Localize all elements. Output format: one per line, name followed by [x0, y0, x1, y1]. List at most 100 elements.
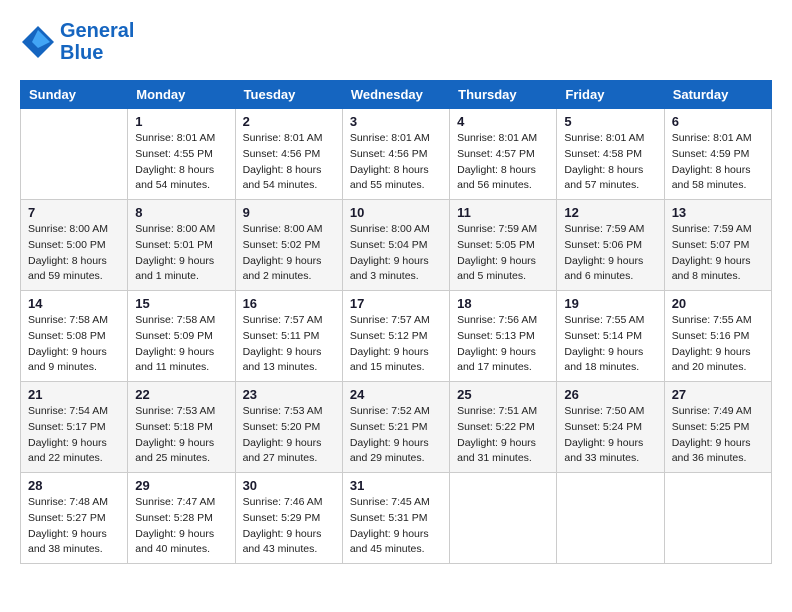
calendar-cell: 21 Sunrise: 7:54 AM Sunset: 5:17 PM Dayl…: [21, 382, 128, 473]
daylight-label: Daylight: 9 hours and 5 minutes.: [457, 255, 536, 283]
calendar-cell: 29 Sunrise: 7:47 AM Sunset: 5:28 PM Dayl…: [128, 473, 235, 564]
sunrise-label: Sunrise: 8:01 AM: [457, 132, 537, 144]
sunrise-label: Sunrise: 7:47 AM: [135, 496, 215, 508]
day-number: 21: [28, 387, 120, 402]
daylight-label: Daylight: 9 hours and 1 minute.: [135, 255, 214, 283]
calendar-cell: 5 Sunrise: 8:01 AM Sunset: 4:58 PM Dayli…: [557, 109, 664, 200]
day-number: 9: [243, 205, 335, 220]
day-number: 16: [243, 296, 335, 311]
day-info: Sunrise: 7:48 AM Sunset: 5:27 PM Dayligh…: [28, 495, 120, 558]
day-info: Sunrise: 8:01 AM Sunset: 4:56 PM Dayligh…: [243, 131, 335, 194]
sunset-label: Sunset: 5:24 PM: [564, 421, 642, 433]
daylight-label: Daylight: 8 hours and 59 minutes.: [28, 255, 107, 283]
sunrise-label: Sunrise: 7:59 AM: [457, 223, 537, 235]
sunset-label: Sunset: 4:59 PM: [672, 148, 750, 160]
sunset-label: Sunset: 5:29 PM: [243, 512, 321, 524]
sunset-label: Sunset: 4:56 PM: [350, 148, 428, 160]
calendar-cell: 3 Sunrise: 8:01 AM Sunset: 4:56 PM Dayli…: [342, 109, 449, 200]
day-number: 11: [457, 205, 549, 220]
daylight-label: Daylight: 9 hours and 25 minutes.: [135, 437, 214, 465]
calendar-cell: 11 Sunrise: 7:59 AM Sunset: 5:05 PM Dayl…: [450, 200, 557, 291]
day-info: Sunrise: 7:50 AM Sunset: 5:24 PM Dayligh…: [564, 404, 656, 467]
calendar-cell: 25 Sunrise: 7:51 AM Sunset: 5:22 PM Dayl…: [450, 382, 557, 473]
sunset-label: Sunset: 5:02 PM: [243, 239, 321, 251]
day-info: Sunrise: 7:55 AM Sunset: 5:16 PM Dayligh…: [672, 313, 764, 376]
daylight-label: Daylight: 9 hours and 17 minutes.: [457, 346, 536, 374]
day-number: 3: [350, 114, 442, 129]
day-number: 10: [350, 205, 442, 220]
day-number: 5: [564, 114, 656, 129]
sunrise-label: Sunrise: 7:52 AM: [350, 405, 430, 417]
weekday-header: Thursday: [450, 81, 557, 109]
day-info: Sunrise: 7:59 AM Sunset: 5:06 PM Dayligh…: [564, 222, 656, 285]
sunrise-label: Sunrise: 7:59 AM: [564, 223, 644, 235]
day-number: 15: [135, 296, 227, 311]
day-number: 2: [243, 114, 335, 129]
sunrise-label: Sunrise: 8:01 AM: [564, 132, 644, 144]
sunset-label: Sunset: 5:31 PM: [350, 512, 428, 524]
calendar-cell: 23 Sunrise: 7:53 AM Sunset: 5:20 PM Dayl…: [235, 382, 342, 473]
day-number: 7: [28, 205, 120, 220]
daylight-label: Daylight: 8 hours and 56 minutes.: [457, 164, 536, 192]
day-number: 14: [28, 296, 120, 311]
sunset-label: Sunset: 5:00 PM: [28, 239, 106, 251]
sunset-label: Sunset: 5:04 PM: [350, 239, 428, 251]
calendar-cell: 28 Sunrise: 7:48 AM Sunset: 5:27 PM Dayl…: [21, 473, 128, 564]
sunrise-label: Sunrise: 8:01 AM: [350, 132, 430, 144]
daylight-label: Daylight: 8 hours and 54 minutes.: [135, 164, 214, 192]
day-info: Sunrise: 8:01 AM Sunset: 4:59 PM Dayligh…: [672, 131, 764, 194]
sunset-label: Sunset: 5:27 PM: [28, 512, 106, 524]
calendar-week-row: 28 Sunrise: 7:48 AM Sunset: 5:27 PM Dayl…: [21, 473, 772, 564]
calendar-cell: 10 Sunrise: 8:00 AM Sunset: 5:04 PM Dayl…: [342, 200, 449, 291]
calendar-cell: 15 Sunrise: 7:58 AM Sunset: 5:09 PM Dayl…: [128, 291, 235, 382]
day-info: Sunrise: 7:46 AM Sunset: 5:29 PM Dayligh…: [243, 495, 335, 558]
sunrise-label: Sunrise: 7:58 AM: [28, 314, 108, 326]
day-info: Sunrise: 7:58 AM Sunset: 5:09 PM Dayligh…: [135, 313, 227, 376]
sunrise-label: Sunrise: 8:00 AM: [135, 223, 215, 235]
daylight-label: Daylight: 9 hours and 8 minutes.: [672, 255, 751, 283]
calendar-cell: 17 Sunrise: 7:57 AM Sunset: 5:12 PM Dayl…: [342, 291, 449, 382]
sunset-label: Sunset: 5:11 PM: [243, 330, 320, 342]
sunset-label: Sunset: 5:07 PM: [672, 239, 750, 251]
sunrise-label: Sunrise: 7:49 AM: [672, 405, 752, 417]
calendar: SundayMondayTuesdayWednesdayThursdayFrid…: [20, 80, 772, 564]
daylight-label: Daylight: 9 hours and 3 minutes.: [350, 255, 429, 283]
day-info: Sunrise: 7:55 AM Sunset: 5:14 PM Dayligh…: [564, 313, 656, 376]
sunrise-label: Sunrise: 8:01 AM: [135, 132, 215, 144]
day-info: Sunrise: 7:47 AM Sunset: 5:28 PM Dayligh…: [135, 495, 227, 558]
sunset-label: Sunset: 5:17 PM: [28, 421, 106, 433]
sunrise-label: Sunrise: 7:50 AM: [564, 405, 644, 417]
day-number: 24: [350, 387, 442, 402]
day-number: 29: [135, 478, 227, 493]
sunset-label: Sunset: 5:12 PM: [350, 330, 428, 342]
day-info: Sunrise: 7:53 AM Sunset: 5:20 PM Dayligh…: [243, 404, 335, 467]
day-number: 17: [350, 296, 442, 311]
daylight-label: Daylight: 9 hours and 40 minutes.: [135, 528, 214, 556]
sunrise-label: Sunrise: 8:00 AM: [243, 223, 323, 235]
calendar-cell: 24 Sunrise: 7:52 AM Sunset: 5:21 PM Dayl…: [342, 382, 449, 473]
day-info: Sunrise: 7:59 AM Sunset: 5:05 PM Dayligh…: [457, 222, 549, 285]
daylight-label: Daylight: 9 hours and 45 minutes.: [350, 528, 429, 556]
sunrise-label: Sunrise: 7:55 AM: [564, 314, 644, 326]
sunrise-label: Sunrise: 8:00 AM: [28, 223, 108, 235]
calendar-cell: 9 Sunrise: 8:00 AM Sunset: 5:02 PM Dayli…: [235, 200, 342, 291]
day-number: 13: [672, 205, 764, 220]
day-number: 20: [672, 296, 764, 311]
calendar-cell: 31 Sunrise: 7:45 AM Sunset: 5:31 PM Dayl…: [342, 473, 449, 564]
daylight-label: Daylight: 9 hours and 2 minutes.: [243, 255, 322, 283]
logo: General Blue: [20, 20, 134, 64]
calendar-cell: 12 Sunrise: 7:59 AM Sunset: 5:06 PM Dayl…: [557, 200, 664, 291]
day-info: Sunrise: 8:01 AM Sunset: 4:57 PM Dayligh…: [457, 131, 549, 194]
day-number: 19: [564, 296, 656, 311]
day-info: Sunrise: 8:01 AM Sunset: 4:56 PM Dayligh…: [350, 131, 442, 194]
calendar-cell: 6 Sunrise: 8:01 AM Sunset: 4:59 PM Dayli…: [664, 109, 771, 200]
sunrise-label: Sunrise: 7:51 AM: [457, 405, 537, 417]
calendar-cell: [21, 109, 128, 200]
day-number: 28: [28, 478, 120, 493]
sunrise-label: Sunrise: 8:00 AM: [350, 223, 430, 235]
day-info: Sunrise: 7:58 AM Sunset: 5:08 PM Dayligh…: [28, 313, 120, 376]
day-info: Sunrise: 8:00 AM Sunset: 5:01 PM Dayligh…: [135, 222, 227, 285]
sunrise-label: Sunrise: 7:54 AM: [28, 405, 108, 417]
day-info: Sunrise: 8:00 AM Sunset: 5:02 PM Dayligh…: [243, 222, 335, 285]
sunset-label: Sunset: 5:05 PM: [457, 239, 535, 251]
